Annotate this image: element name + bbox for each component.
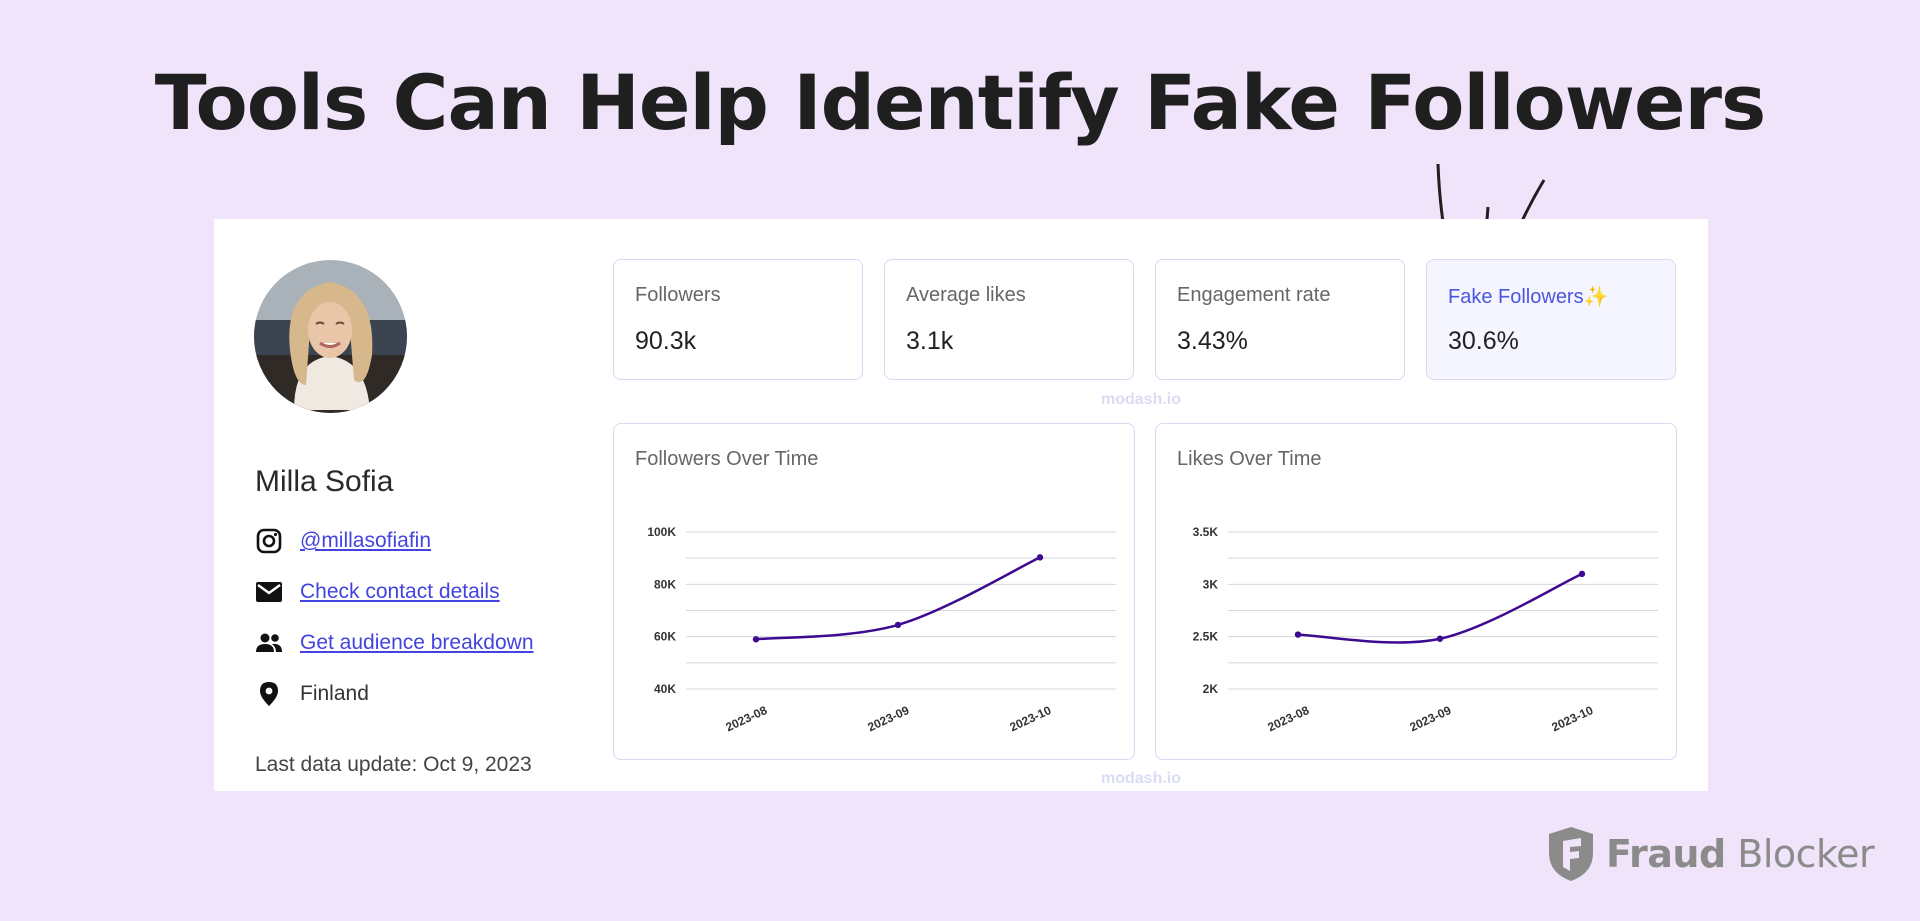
stat-label: Engagement rate bbox=[1177, 284, 1331, 306]
data-point bbox=[752, 636, 760, 643]
location-row: Finland bbox=[255, 679, 369, 709]
stat-value: 3.43% bbox=[1177, 327, 1248, 355]
avatar bbox=[254, 260, 407, 413]
contact-row: Check contact details bbox=[255, 577, 500, 607]
sparkles-icon: ✨ bbox=[1583, 284, 1609, 308]
location-pin-icon bbox=[255, 680, 283, 708]
audience-breakdown-link[interactable]: Get audience breakdown bbox=[300, 631, 534, 655]
stat-value: 3.1k bbox=[906, 327, 954, 355]
x-tick-label: 2023-09 bbox=[1407, 703, 1453, 734]
brand-name: Fraud Blocker bbox=[1606, 832, 1875, 876]
mail-icon bbox=[255, 578, 283, 606]
y-tick-label: 2.5K bbox=[1193, 630, 1219, 644]
y-tick-label: 2K bbox=[1203, 682, 1219, 696]
location-text: Finland bbox=[300, 682, 369, 705]
stat-value: 90.3k bbox=[635, 327, 697, 355]
audience-row: Get audience breakdown bbox=[255, 628, 534, 658]
x-tick-label: 2023-08 bbox=[723, 703, 769, 734]
profile-name: Milla Sofia bbox=[255, 465, 394, 498]
stat-label-text: Fake Followers bbox=[1448, 286, 1584, 308]
people-icon bbox=[255, 629, 283, 657]
watermark-text: modash.io bbox=[1101, 391, 1182, 408]
stat-card-fake-followers: Fake Followers✨ 30.6% bbox=[1426, 259, 1676, 380]
data-point bbox=[894, 621, 902, 629]
y-tick-label: 100K bbox=[647, 525, 676, 539]
stat-label: Average likes bbox=[906, 284, 1026, 306]
brand-word-blocker: Blocker bbox=[1725, 832, 1875, 876]
instagram-handle-link[interactable]: @millasofiafin bbox=[300, 529, 431, 553]
stat-label: Followers bbox=[635, 284, 721, 306]
data-point bbox=[1578, 570, 1586, 578]
y-tick-label: 3.5K bbox=[1193, 525, 1219, 539]
watermark-text: modash.io bbox=[1101, 770, 1182, 787]
instagram-icon bbox=[255, 527, 283, 555]
followers-line-chart: 40K 60K 80K 100K 2023-08 2023-09 2023-10 bbox=[647, 525, 1116, 734]
stat-card-average-likes: Average likes 3.1k bbox=[884, 259, 1134, 380]
x-tick-label: 2023-09 bbox=[865, 703, 911, 734]
stat-card-engagement-rate: Engagement rate 3.43% bbox=[1155, 259, 1405, 380]
shield-f-icon bbox=[1549, 827, 1593, 881]
x-tick-label: 2023-10 bbox=[1549, 703, 1595, 734]
last-update-text: Last data update: Oct 9, 2023 bbox=[255, 753, 532, 776]
data-point bbox=[1036, 554, 1044, 561]
instagram-row: @millasofiafin bbox=[255, 526, 431, 556]
y-tick-label: 40K bbox=[654, 682, 676, 696]
stat-card-followers: Followers 90.3k bbox=[613, 259, 863, 380]
stat-value: 30.6% bbox=[1448, 327, 1519, 355]
x-tick-label: 2023-10 bbox=[1007, 703, 1053, 734]
chart-card-followers: Followers Over Time 40K 60K 80K 100K 2023-08… bbox=[613, 423, 1135, 760]
x-tick-label: 2023-08 bbox=[1265, 703, 1311, 734]
y-tick-label: 60K bbox=[654, 630, 676, 644]
y-tick-label: 3K bbox=[1203, 577, 1219, 591]
fraud-blocker-logo: Fraud Blocker bbox=[1546, 824, 1875, 884]
profile-panel: Milla Sofia @millasofiafin Check contact… bbox=[214, 219, 1708, 791]
contact-details-link[interactable]: Check contact details bbox=[300, 580, 500, 604]
likes-line-chart: 2K 2.5K 3K 3.5K 2023-08 2023-09 2023-10 bbox=[1193, 525, 1658, 734]
brand-word-fraud: Fraud bbox=[1606, 832, 1726, 876]
y-tick-label: 80K bbox=[654, 577, 676, 591]
chart-card-likes: Likes Over Time 2K 2.5K 3K 3.5K 2023-08 2023-… bbox=[1155, 423, 1677, 760]
stat-label-fake-followers: Fake Followers✨ bbox=[1448, 284, 1609, 309]
headline: Tools Can Help Identify Fake Followers bbox=[154, 58, 1766, 147]
data-point bbox=[1436, 635, 1444, 642]
data-point bbox=[1294, 631, 1302, 638]
